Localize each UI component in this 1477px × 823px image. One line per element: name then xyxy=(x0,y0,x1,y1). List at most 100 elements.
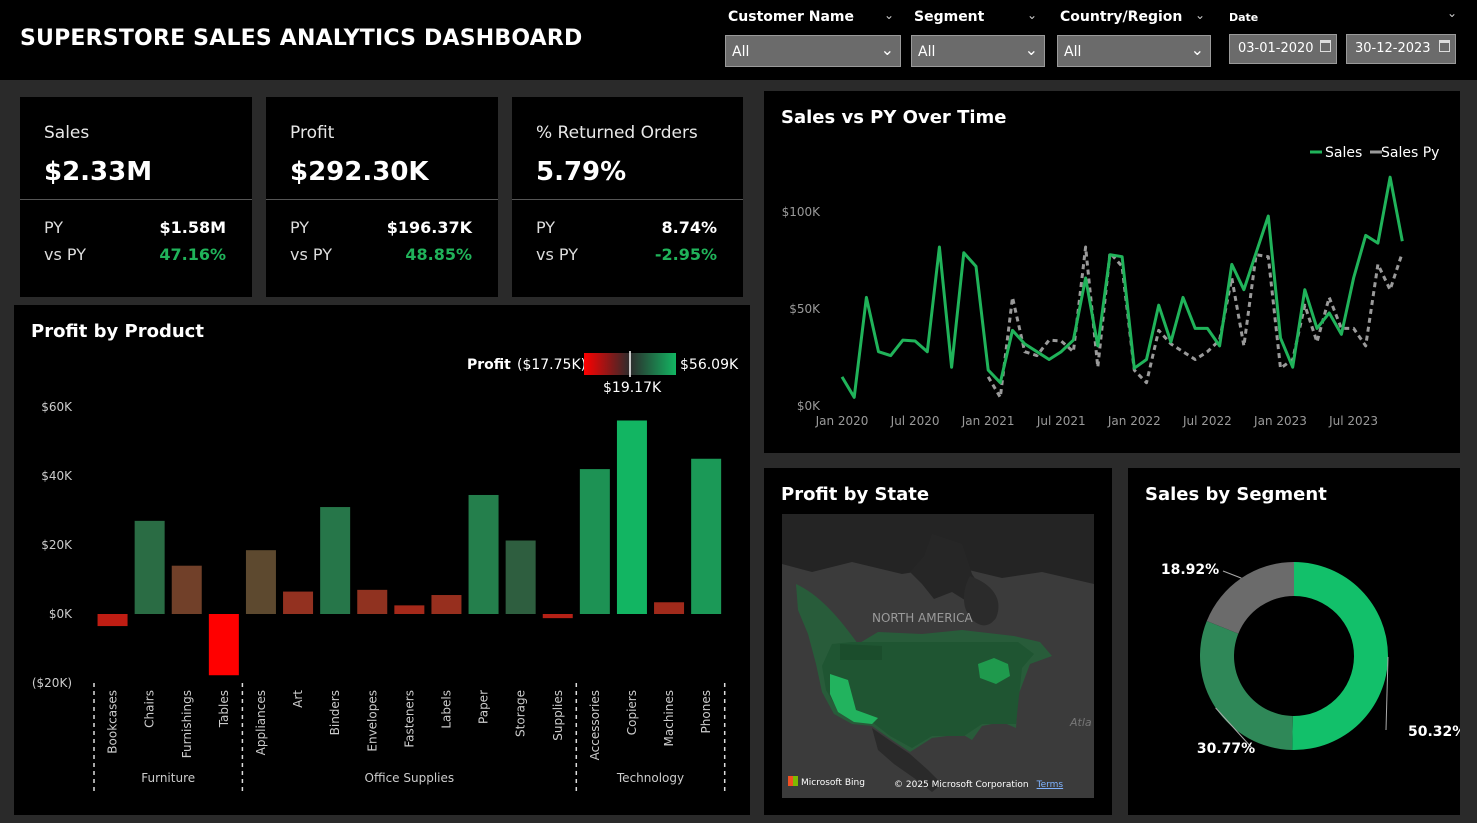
divider xyxy=(20,199,252,200)
bar-bookcases xyxy=(97,614,128,627)
map-label-north-america: NORTH AMERICA xyxy=(872,611,973,625)
sales-vs-py-panel[interactable]: Sales vs PY Over Time Sales Sales Py $0K… xyxy=(764,91,1460,453)
date-end-value: 30-12-2023 xyxy=(1355,41,1431,56)
kpi-card-returned-orders[interactable]: % Returned Orders 5.79% PY 8.74% vs PY -… xyxy=(512,97,743,297)
panel-title: Profit by State xyxy=(781,484,930,505)
kpi-value: 5.79% xyxy=(536,157,627,187)
x-tick-label: Furnishings xyxy=(180,690,194,758)
group-label: Furniture xyxy=(141,771,195,785)
x-tick-label: Storage xyxy=(514,690,528,737)
calendar-icon[interactable] xyxy=(1320,40,1331,52)
profit-by-product-panel[interactable]: Profit by Product Profit ($17.75K) $56.0… xyxy=(14,305,750,815)
kpi-value: $292.30K xyxy=(290,157,429,187)
x-tick-label: Phones xyxy=(699,690,713,733)
kpi-card-sales[interactable]: Sales $2.33M PY $1.58M vs PY 47.16% xyxy=(20,97,252,297)
divider xyxy=(512,199,743,200)
x-tick-label: Chairs xyxy=(143,690,157,728)
kpi-card-profit[interactable]: Profit $292.30K PY $196.37K vs PY 48.85% xyxy=(266,97,498,297)
x-tick-label: Appliances xyxy=(254,690,268,755)
bar-labels xyxy=(431,595,462,614)
sales-vs-py-chart[interactable]: $0K $50K $100K Jan 2020 Jul 2020 Jan 2021 Jul … xyxy=(764,91,1460,453)
group-label: Office Supplies xyxy=(365,771,455,785)
bar-paper xyxy=(468,494,499,614)
map[interactable]: NORTH AMERICA Atla Microsoft Bing © 2025… xyxy=(782,514,1094,798)
x-tick-label: Jul 2022 xyxy=(1182,414,1232,428)
series-line-sales xyxy=(840,175,1404,399)
x-tick-label: Jan 2021 xyxy=(961,414,1015,428)
series-line-sales-py xyxy=(986,245,1404,399)
bing-attribution: Microsoft Bing xyxy=(788,776,865,788)
bar-copiers xyxy=(616,420,647,614)
map-label-atlantic: Atla xyxy=(1069,716,1092,729)
profit-by-product-chart[interactable]: Profit ($17.75K) $56.09K $19.17K ($20K) $… xyxy=(14,305,750,815)
sales-by-segment-chart[interactable]: 50.32% 30.77% 18.92% xyxy=(1128,468,1460,815)
country-region-dropdown[interactable]: All ⌄ xyxy=(1057,35,1211,67)
donut-slice xyxy=(1200,620,1293,750)
bar-chairs xyxy=(134,520,165,614)
x-tick-label: Tables xyxy=(217,690,231,728)
x-tick-label: Art xyxy=(291,690,305,708)
kpi-name: Sales xyxy=(44,123,90,143)
donut-data-label: 30.77% xyxy=(1197,741,1255,757)
y-tick-label: ($20K) xyxy=(32,676,72,690)
profit-by-state-panel[interactable]: Profit by State NORTH AMERICA Atla Micro… xyxy=(764,468,1112,815)
date-start-value: 03-01-2020 xyxy=(1238,41,1314,56)
kpi-vs-value: -2.95% xyxy=(654,245,717,264)
x-tick-label: Accessories xyxy=(588,690,602,760)
bar-binders xyxy=(320,507,351,614)
x-tick-label: Jan 2023 xyxy=(1253,414,1307,428)
kpi-py-label: PY xyxy=(536,218,556,237)
bar-storage xyxy=(505,540,536,614)
date-end-input[interactable]: 30-12-2023 xyxy=(1346,34,1456,64)
sales-by-segment-panel[interactable]: Sales by Segment 50.32%30.77%18.92% xyxy=(1128,468,1460,815)
customer-name-dropdown[interactable]: All ⌄ xyxy=(725,35,901,67)
kpi-value: $2.33M xyxy=(44,157,153,187)
terms-link[interactable]: Terms xyxy=(1037,780,1064,790)
x-tick-label: Jul 2023 xyxy=(1328,414,1378,428)
x-tick-label: Machines xyxy=(662,690,676,746)
kpi-name: % Returned Orders xyxy=(536,123,698,143)
bar-accessories xyxy=(579,469,610,614)
donut-slice xyxy=(1206,562,1294,634)
calendar-icon[interactable] xyxy=(1439,40,1450,52)
x-tick-label: Jan 2020 xyxy=(815,414,869,428)
x-tick-label: Binders xyxy=(328,690,342,735)
country-region-label: Country/Region xyxy=(1060,9,1183,25)
x-tick-label: Labels xyxy=(439,690,453,729)
bar-art xyxy=(283,591,314,614)
chevron-down-icon[interactable]: ⌄ xyxy=(1195,8,1205,22)
kpi-vs-value: 48.85% xyxy=(405,245,472,264)
y-tick-label: $20K xyxy=(41,538,73,552)
y-tick-label: $0K xyxy=(797,399,821,413)
group-label: Technology xyxy=(616,771,684,785)
kpi-py-label: PY xyxy=(290,218,310,237)
microsoft-logo-icon xyxy=(788,776,798,786)
chevron-down-icon[interactable]: ⌄ xyxy=(1447,6,1457,20)
kpi-py-value: $1.58M xyxy=(159,218,226,237)
date-start-input[interactable]: 03-01-2020 xyxy=(1229,34,1337,64)
chevron-down-icon: ⌄ xyxy=(1190,40,1204,59)
bar-supplies xyxy=(542,614,573,619)
x-tick-label: Jul 2020 xyxy=(890,414,940,428)
y-tick-label: $40K xyxy=(41,469,73,483)
bar-machines xyxy=(654,602,685,614)
x-tick-label: Jan 2022 xyxy=(1107,414,1161,428)
bar-envelopes xyxy=(357,589,388,614)
y-tick-label: $60K xyxy=(41,400,73,414)
customer-name-value: All xyxy=(732,44,750,60)
bar-tables xyxy=(208,614,239,676)
country-region-value: All xyxy=(1064,44,1082,60)
x-tick-label: Paper xyxy=(477,690,491,724)
segment-label: Segment xyxy=(914,9,985,25)
kpi-vs-label: vs PY xyxy=(290,245,332,264)
kpi-py-value: 8.74% xyxy=(661,218,717,237)
dashboard: SUPERSTORE SALES ANALYTICS DASHBOARD Cus… xyxy=(0,0,1477,823)
bar-phones xyxy=(691,458,722,614)
segment-dropdown[interactable]: All ⌄ xyxy=(911,35,1045,67)
chevron-down-icon[interactable]: ⌄ xyxy=(884,8,894,22)
date-label: Date xyxy=(1229,11,1259,24)
customer-name-label: Customer Name xyxy=(728,9,854,25)
bar-fasteners xyxy=(394,605,425,614)
map-graphic: NORTH AMERICA Atla xyxy=(782,514,1094,798)
chevron-down-icon[interactable]: ⌄ xyxy=(1027,8,1037,22)
